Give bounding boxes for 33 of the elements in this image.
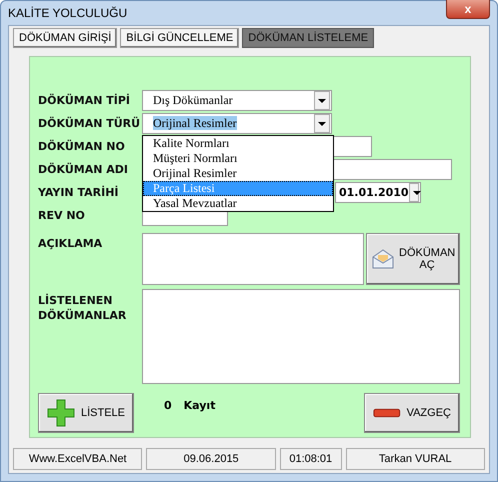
document-type-dropdown[interactable]: Dış Dökümanlar xyxy=(142,90,332,111)
status-bar-panel: 01:08:01 xyxy=(280,448,342,470)
status-bar-panel: 09.06.2015 xyxy=(146,448,276,470)
status-bar-panel: Tarkan VURAL xyxy=(346,448,485,470)
tab[interactable]: DÖKÜMAN GİRİŞİ xyxy=(13,28,118,48)
dropdown-option[interactable]: Yasal Mevzuatlar xyxy=(143,196,333,211)
field-label: DÖKÜMAN TÜRÜ xyxy=(38,117,142,130)
selected-text: Orijinal Resimler xyxy=(153,116,237,130)
envelope-icon xyxy=(371,248,395,270)
field-label: DÖKÜMAN ADI xyxy=(38,163,129,176)
field-label: DÖKÜMAN NO xyxy=(38,140,126,153)
document-kind-dropdown[interactable]: Orijinal Resimler xyxy=(142,113,332,134)
status-bar-panel: Www.ExcelVBA.Net xyxy=(13,448,142,470)
dropdown-option[interactable]: Orijinal Resimler xyxy=(143,166,333,181)
plus-icon xyxy=(47,399,75,427)
field-label: LİSTELENEN DÖKÜMANLAR xyxy=(38,293,128,323)
tab[interactable]: DÖKÜMAN LİSTELEME xyxy=(242,28,374,48)
cancel-button[interactable]: VAZGEÇ xyxy=(364,393,460,433)
description-field[interactable] xyxy=(142,233,364,285)
minus-icon xyxy=(373,408,401,418)
open-document-button[interactable]: DÖKÜMAN AÇ xyxy=(366,233,460,285)
record-count: 0 xyxy=(164,399,172,412)
field-label: DÖKÜMAN TİPİ xyxy=(38,94,131,107)
record-label: Kayıt xyxy=(184,399,216,412)
date-dropdown[interactable]: 01.01.2010 xyxy=(335,182,421,203)
field-label: YAYIN TARİHİ xyxy=(38,186,120,199)
field-label: AÇIKLAMA xyxy=(38,237,104,250)
window-title: KALİTE YOLCULUĞU xyxy=(8,6,128,20)
dropdown-option[interactable]: Müşteri Normları xyxy=(143,151,333,166)
list-button[interactable]: LİSTELE xyxy=(38,393,134,433)
dropdown-option[interactable]: Kalite Normları xyxy=(143,136,333,151)
field-label: REV NO xyxy=(38,209,86,222)
tab[interactable]: BİLGİ GÜNCELLEME xyxy=(120,28,240,48)
